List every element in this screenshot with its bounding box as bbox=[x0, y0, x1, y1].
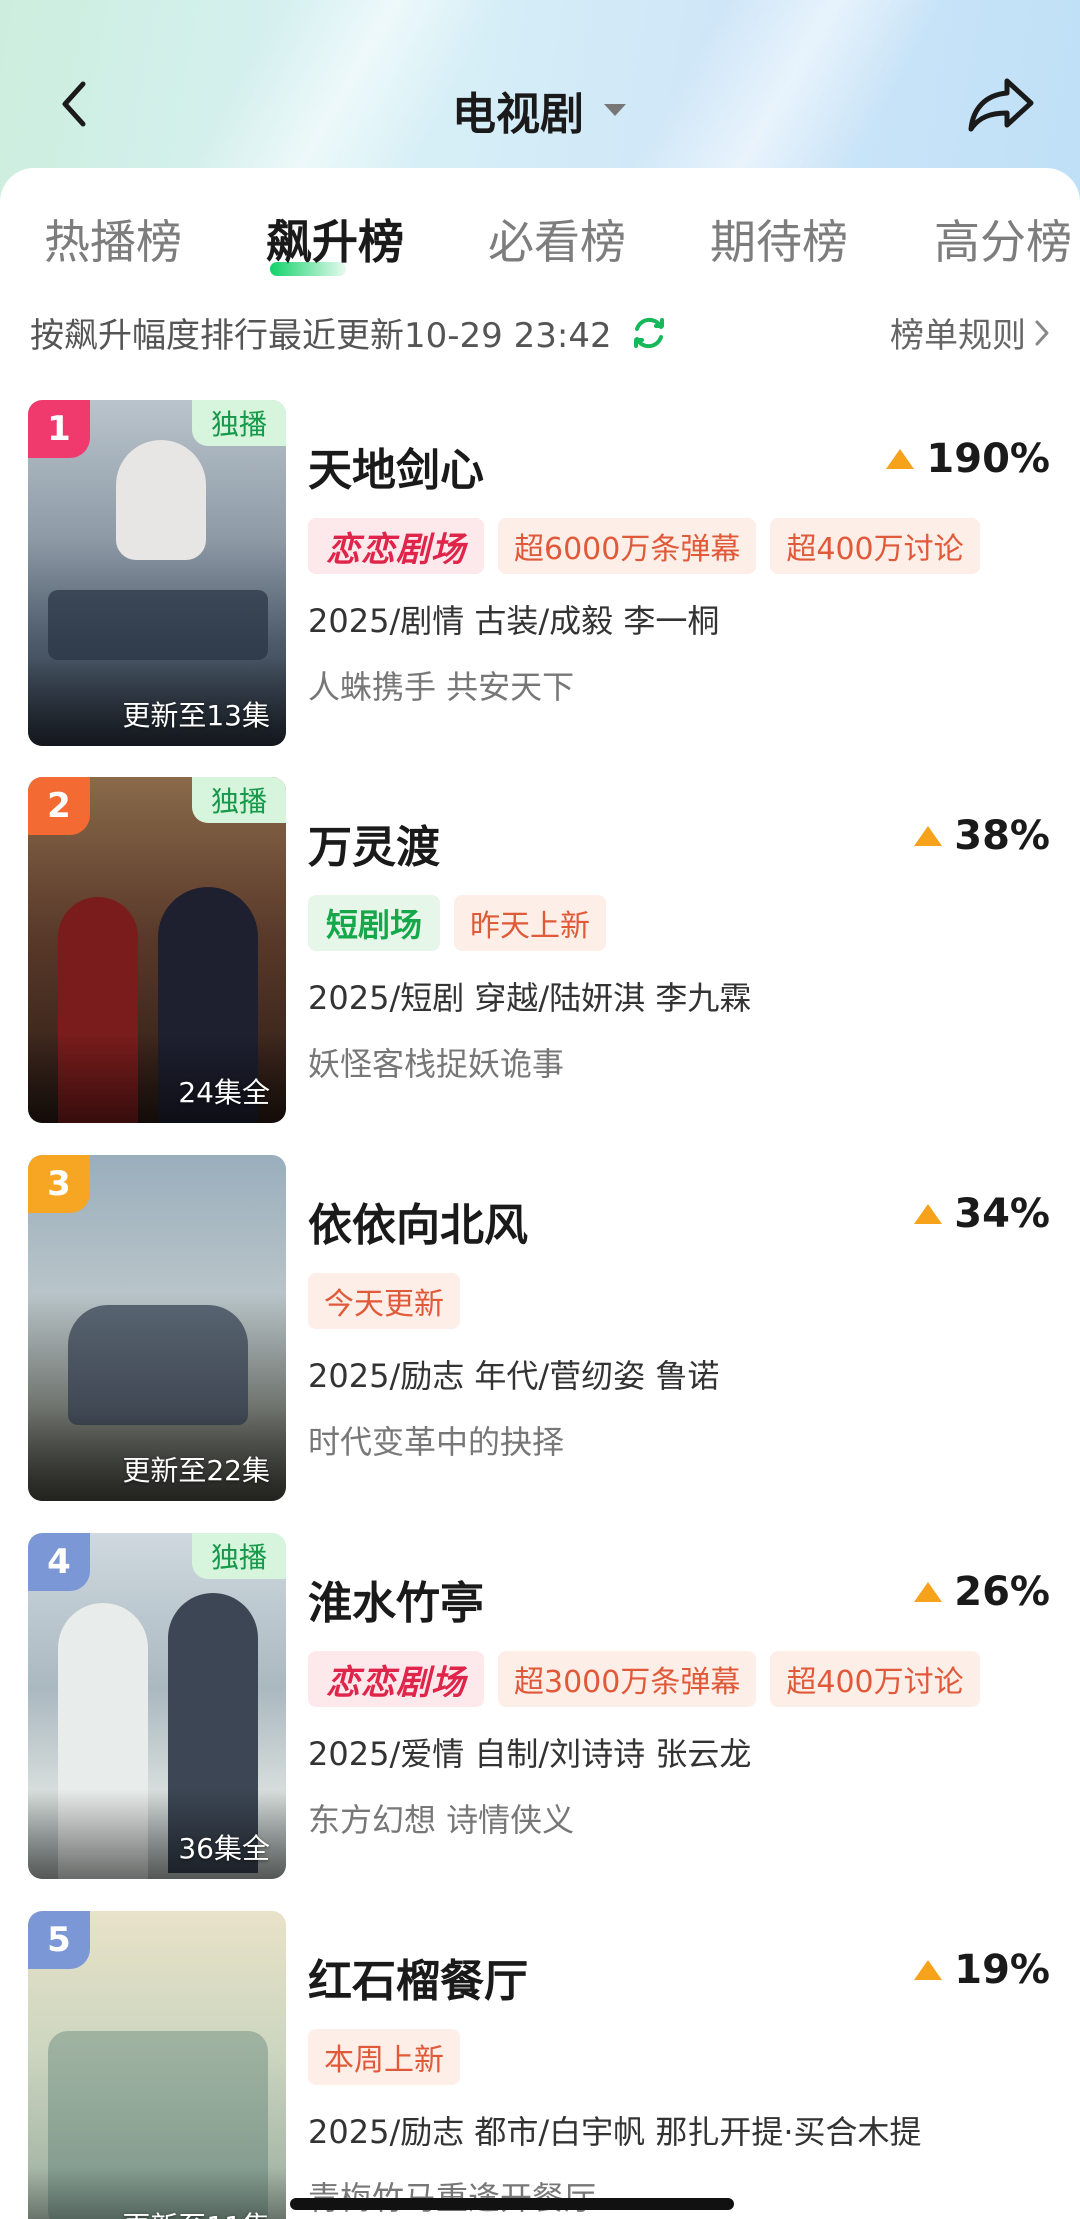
item-info: 淮水竹亭 26% 恋恋剧场 超3000万条弹幕 超400万讨论 2025/爱情 … bbox=[308, 1533, 1050, 1879]
tag-row: 短剧场 昨天上新 bbox=[308, 895, 607, 951]
list-item[interactable]: 2 独播 24集全 万灵渡 38% 短剧场 昨天上新 2025/短剧 穿越/陆妍… bbox=[0, 777, 1080, 1123]
rank-badge: 1 bbox=[28, 400, 90, 458]
tag-badge: 昨天上新 bbox=[454, 895, 607, 951]
caret-down-icon bbox=[604, 104, 626, 116]
tag-badge: 超6000万条弹幕 bbox=[498, 518, 757, 574]
growth-rate: 38% bbox=[914, 813, 1050, 859]
list-item[interactable]: 4 独播 36集全 淮水竹亭 26% 恋恋剧场 超3000万条弹幕 超400万讨… bbox=[0, 1533, 1080, 1879]
tag-row: 恋恋剧场 超6000万条弹幕 超400万讨论 bbox=[308, 518, 980, 574]
short-theater-logo: 短剧场 bbox=[308, 895, 441, 951]
rank-badge: 3 bbox=[28, 1155, 90, 1213]
growth-rate: 26% bbox=[914, 1569, 1050, 1615]
drama-title: 红石榴餐厅 bbox=[308, 1956, 528, 2007]
page-title: 电视剧 bbox=[452, 89, 584, 140]
ranking-subheader: 按飙升幅度排行最近更新10-29 23:42 榜单规则 bbox=[30, 308, 1050, 358]
tag-badge: 超400万讨论 bbox=[770, 518, 980, 574]
item-info: 天地剑心 190% 恋恋剧场 超6000万条弹幕 超400万讨论 2025/剧情… bbox=[308, 400, 1050, 746]
category-selector[interactable]: 电视剧 bbox=[0, 78, 1080, 142]
tab-rising[interactable]: 飙升榜 bbox=[266, 206, 404, 276]
exclusive-badge: 独播 bbox=[192, 1533, 286, 1579]
item-info: 依依向北风 34% 今天更新 2025/励志 年代/菅纫姿 鲁诺 时代变革中的抉… bbox=[308, 1155, 1050, 1501]
drama-description: 时代变革中的抉择 bbox=[308, 1423, 565, 1461]
drama-description: 人蛛携手 共安天下 bbox=[308, 668, 575, 706]
drama-title: 淮水竹亭 bbox=[308, 1578, 484, 1629]
refresh-icon[interactable] bbox=[630, 314, 668, 352]
rising-triangle-icon bbox=[886, 449, 915, 469]
navbar: 电视剧 bbox=[0, 52, 1080, 162]
item-info: 万灵渡 38% 短剧场 昨天上新 2025/短剧 穿越/陆妍淇 李九霖 妖怪客栈… bbox=[308, 777, 1050, 1123]
rising-triangle-icon bbox=[914, 826, 943, 846]
drama-title: 天地剑心 bbox=[308, 445, 484, 496]
drama-meta: 2025/爱情 自制/刘诗诗 张云龙 bbox=[308, 1735, 752, 1773]
poster[interactable]: 5 更新至11集 bbox=[28, 1911, 286, 2219]
ranking-tabs: 热播榜 飙升榜 必看榜 期待榜 高分榜 bbox=[0, 206, 1080, 286]
episode-status: 更新至11集 bbox=[122, 2205, 270, 2219]
tab-hot[interactable]: 热播榜 bbox=[44, 206, 182, 272]
tag-row: 恋恋剧场 超3000万条弹幕 超400万讨论 bbox=[308, 1651, 980, 1707]
drama-meta: 2025/励志 年代/菅纫姿 鲁诺 bbox=[308, 1357, 720, 1395]
drama-meta: 2025/剧情 古装/成毅 李一桐 bbox=[308, 602, 720, 640]
list-item[interactable]: 3 更新至22集 依依向北风 34% 今天更新 2025/励志 年代/菅纫姿 鲁… bbox=[0, 1155, 1080, 1501]
rank-badge: 5 bbox=[28, 1911, 90, 1969]
poster[interactable]: 3 更新至22集 bbox=[28, 1155, 286, 1501]
exclusive-badge: 独播 bbox=[192, 400, 286, 446]
drama-title: 万灵渡 bbox=[308, 822, 440, 873]
list-item[interactable]: 5 更新至11集 红石榴餐厅 19% 本周上新 2025/励志 都市/白宇帆 那… bbox=[0, 1911, 1080, 2219]
love-theater-logo: 恋恋剧场 bbox=[308, 1651, 484, 1707]
ranking-rules-link[interactable]: 榜单规则 bbox=[890, 308, 1050, 357]
episode-status: 更新至22集 bbox=[122, 1454, 270, 1487]
episode-status: 更新至13集 bbox=[122, 699, 270, 732]
growth-rate: 190% bbox=[886, 436, 1050, 482]
rising-triangle-icon bbox=[914, 1582, 943, 1602]
drama-description: 东方幻想 诗情侠义 bbox=[308, 1801, 575, 1839]
tag-badge: 本周上新 bbox=[308, 2029, 460, 2085]
exclusive-badge: 独播 bbox=[192, 777, 286, 823]
episode-status: 36集全 bbox=[178, 1832, 270, 1865]
share-icon bbox=[968, 78, 1034, 132]
rising-triangle-icon bbox=[914, 1960, 943, 1980]
sort-description: 按飙升幅度排行 bbox=[30, 316, 268, 356]
poster[interactable]: 1 独播 更新至13集 bbox=[28, 400, 286, 746]
rank-badge: 2 bbox=[28, 777, 90, 835]
tag-badge: 超3000万条弹幕 bbox=[498, 1651, 757, 1707]
tag-badge: 今天更新 bbox=[308, 1273, 460, 1329]
drama-meta: 2025/短剧 穿越/陆妍淇 李九霖 bbox=[308, 979, 752, 1017]
drama-meta: 2025/励志 都市/白宇帆 那扎开提·买合木提 bbox=[308, 2113, 922, 2151]
poster[interactable]: 2 独播 24集全 bbox=[28, 777, 286, 1123]
update-info: 按飙升幅度排行最近更新10-29 23:42 bbox=[30, 308, 612, 357]
tab-anticipated[interactable]: 期待榜 bbox=[710, 206, 848, 272]
growth-rate: 19% bbox=[914, 1947, 1050, 1993]
rank-badge: 4 bbox=[28, 1533, 90, 1591]
list-item[interactable]: 1 独播 更新至13集 天地剑心 190% 恋恋剧场 超6000万条弹幕 超40… bbox=[0, 400, 1080, 746]
tag-badge: 超400万讨论 bbox=[770, 1651, 980, 1707]
episode-status: 24集全 bbox=[178, 1076, 270, 1109]
poster[interactable]: 4 独播 36集全 bbox=[28, 1533, 286, 1879]
drama-title: 依依向北风 bbox=[308, 1200, 528, 1251]
tag-row: 本周上新 bbox=[308, 2029, 460, 2085]
love-theater-logo: 恋恋剧场 bbox=[308, 518, 484, 574]
share-button[interactable] bbox=[964, 72, 1040, 136]
rising-triangle-icon bbox=[914, 1204, 943, 1224]
drama-description: 青梅竹马重逢开餐厅 bbox=[308, 2173, 596, 2219]
tag-row: 今天更新 bbox=[308, 1273, 460, 1329]
update-time: 最近更新10-29 23:42 bbox=[268, 316, 612, 356]
growth-rate: 34% bbox=[914, 1191, 1050, 1237]
home-indicator[interactable] bbox=[290, 2198, 734, 2210]
tab-must-watch[interactable]: 必看榜 bbox=[488, 206, 626, 272]
tab-top-rated[interactable]: 高分榜 bbox=[934, 206, 1072, 272]
chevron-right-icon bbox=[1035, 320, 1049, 345]
item-info: 红石榴餐厅 19% 本周上新 2025/励志 都市/白宇帆 那扎开提·买合木提 … bbox=[308, 1911, 1050, 2219]
drama-description: 妖怪客栈捉妖诡事 bbox=[308, 1045, 565, 1083]
